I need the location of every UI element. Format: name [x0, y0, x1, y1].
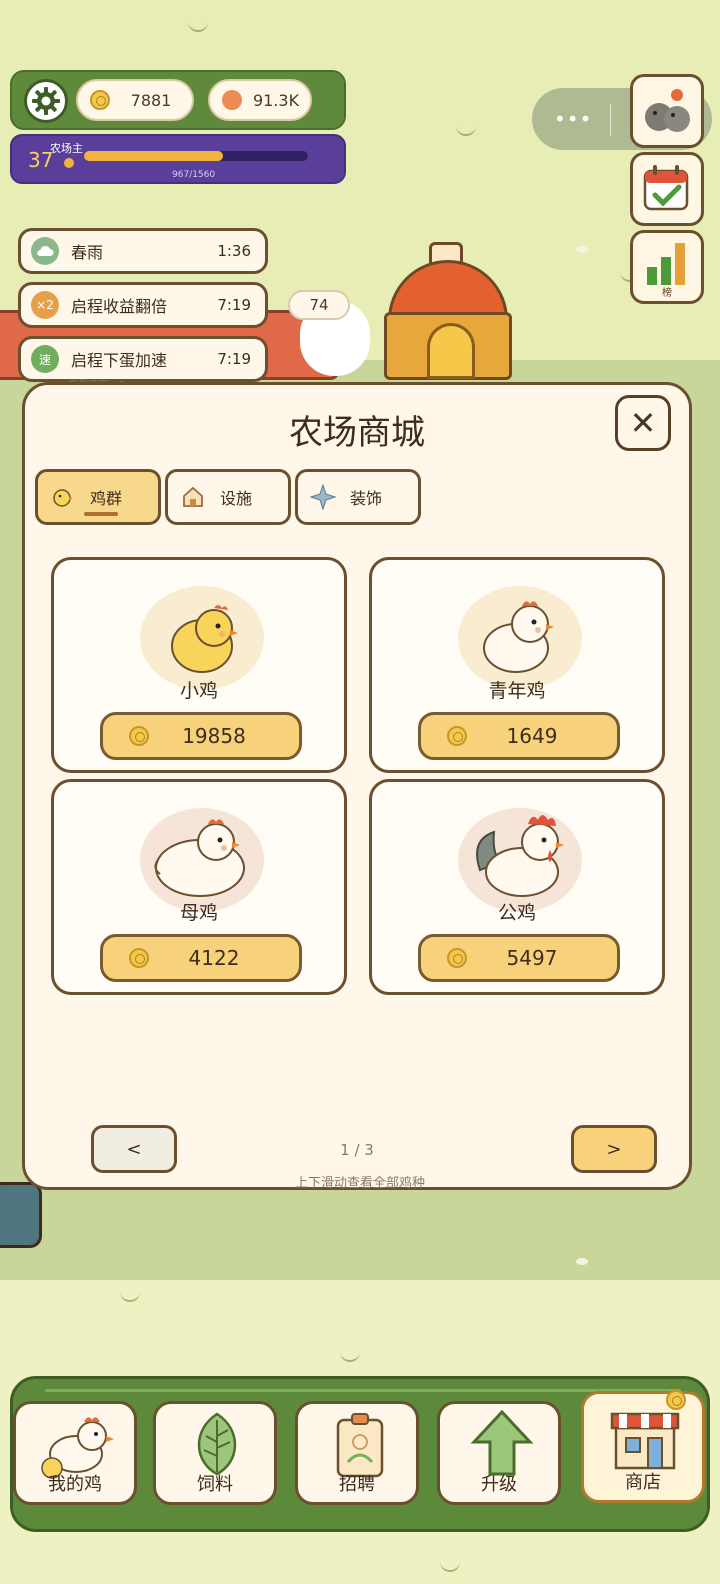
item-name: 青年鸡 [488, 680, 546, 702]
coin-icon [447, 726, 467, 746]
close-icon: ✕ [629, 404, 657, 442]
coin-balance: 7881 [76, 79, 194, 121]
item-name: 小鸡 [179, 680, 218, 702]
checkin-button[interactable] [630, 152, 704, 226]
calendar-icon [643, 165, 689, 211]
hen-icon [154, 819, 245, 897]
house-icon [180, 484, 206, 510]
nav-label: 商店 [625, 1472, 661, 1493]
level-bar: 37 农场主 967/1560 [10, 134, 346, 184]
arrow-up-icon [470, 1409, 534, 1476]
nav-feed[interactable]: 饲料 [153, 1401, 277, 1505]
buff-timer: 7:19 [217, 296, 251, 314]
nav-hire[interactable]: 招聘 [295, 1401, 419, 1505]
buff-item-double-income[interactable]: ×2 启程收益翻倍 7:19 [18, 282, 268, 328]
modal-title: 农场商城 [289, 413, 425, 453]
shop-item-card[interactable]: 小鸡 19858 [51, 557, 347, 773]
leaderboard-button[interactable]: 榜 [630, 230, 704, 304]
item-price: 19858 [182, 724, 246, 748]
water-tub [0, 1182, 42, 1248]
settings-button[interactable] [24, 79, 68, 123]
coin-amount: 7881 [130, 90, 172, 110]
scroll-hint: 上下滑动查看全部鸡种 [294, 1176, 425, 1191]
buff-name: 启程下蛋加速 [71, 351, 168, 370]
chick-icon [50, 484, 76, 510]
bottom-nav: 我的鸡 饲料 招聘 升级 商店 [10, 1376, 710, 1532]
nav-shop[interactable]: 商店 [581, 1390, 705, 1503]
egg-balance: 91.3K [208, 79, 312, 121]
nav-label: 我的鸡 [48, 1474, 102, 1495]
item-price: 5497 [506, 946, 558, 970]
nav-label: 饲料 [197, 1474, 233, 1495]
buy-button[interactable]: 4122 [100, 934, 302, 982]
sparkle-icon [310, 484, 336, 510]
tab-decorations[interactable]: 装饰 [295, 469, 421, 525]
level-title: 农场主 [50, 142, 83, 155]
shop-icon [610, 1412, 680, 1470]
tab-facilities[interactable]: 设施 [165, 469, 291, 525]
shop-item-card[interactable]: 母鸡 4122 [51, 779, 347, 995]
item-price: 4122 [188, 946, 240, 970]
nav-label: 升级 [481, 1474, 517, 1495]
egg-amount: 91.3K [252, 90, 300, 110]
coin-icon [129, 948, 149, 968]
nav-label: 招聘 [339, 1474, 375, 1495]
xp-marker [64, 158, 74, 168]
nav-my-chickens[interactable]: 我的鸡 [13, 1401, 137, 1505]
buff-item-spring-rain[interactable]: 春雨 1:36 [18, 228, 268, 274]
pebble [576, 246, 588, 253]
egg-icon [222, 90, 242, 110]
oven-door [427, 323, 475, 379]
count-badge: 74 [288, 290, 350, 320]
buy-button[interactable]: 19858 [100, 712, 302, 760]
chick-icon [171, 605, 238, 673]
shop-item-card[interactable]: 青年鸡 1649 [369, 557, 665, 773]
buff-item-laying-speed[interactable]: 速 启程下蛋加速 7:19 [18, 336, 268, 382]
item-name: 母鸡 [179, 902, 218, 924]
shop-modal: 农场商城 ✕ 鸡群 设施 装饰 小鸡 19858 青年鸡 1649 母鸡 412… [22, 382, 692, 1190]
speed-icon: 速 [31, 345, 59, 373]
nav-divider [45, 1389, 681, 1392]
coin-icon [447, 948, 467, 968]
close-button[interactable]: ✕ [615, 395, 671, 451]
buff-timer: 7:19 [217, 350, 251, 368]
oven-body [384, 312, 512, 380]
gear-icon [32, 87, 60, 115]
xp-text: 967/1560 [172, 170, 216, 180]
buff-timer: 1:36 [217, 242, 251, 260]
game-screen: 7881 91.3K 37 农场主 967/1560 ••• 榜 春雨 1:36… [0, 0, 720, 1584]
buy-button[interactable]: 5497 [418, 934, 620, 982]
resource-bar: 7881 91.3K [10, 70, 346, 130]
tab-flock[interactable]: 鸡群 [35, 469, 161, 525]
coin-icon [129, 726, 149, 746]
item-price: 1649 [506, 724, 558, 748]
xp-progress-track [84, 151, 308, 161]
item-name: 公鸡 [497, 902, 536, 924]
tab-label: 鸡群 [90, 489, 123, 508]
chicken-group-icon [645, 89, 690, 132]
next-page-button[interactable]: > [571, 1125, 657, 1173]
leaf-icon [197, 1412, 237, 1476]
nav-upgrade[interactable]: 升级 [437, 1401, 561, 1505]
young-chicken-icon [483, 601, 554, 673]
rooster-icon [476, 815, 564, 897]
friends-button[interactable] [630, 74, 704, 148]
cloud-icon [31, 237, 59, 265]
coin-icon [90, 90, 110, 110]
capsule-divider [610, 104, 611, 136]
buy-button[interactable]: 1649 [418, 712, 620, 760]
tab-label: 设施 [220, 489, 253, 508]
coin-notification-icon [666, 1390, 686, 1410]
pebble [576, 1258, 588, 1265]
more-menu-icon[interactable]: ••• [554, 109, 592, 129]
shop-item-card[interactable]: 公鸡 5497 [369, 779, 665, 995]
double-icon: ×2 [31, 291, 59, 319]
xp-progress-fill [84, 151, 223, 161]
incubator-oven[interactable] [384, 242, 514, 382]
tab-label: 装饰 [350, 489, 383, 508]
leaderboard-label: 榜 [662, 288, 672, 299]
buff-name: 春雨 [71, 243, 104, 262]
active-tab-indicator [84, 512, 118, 516]
buff-name: 启程收益翻倍 [71, 297, 168, 316]
